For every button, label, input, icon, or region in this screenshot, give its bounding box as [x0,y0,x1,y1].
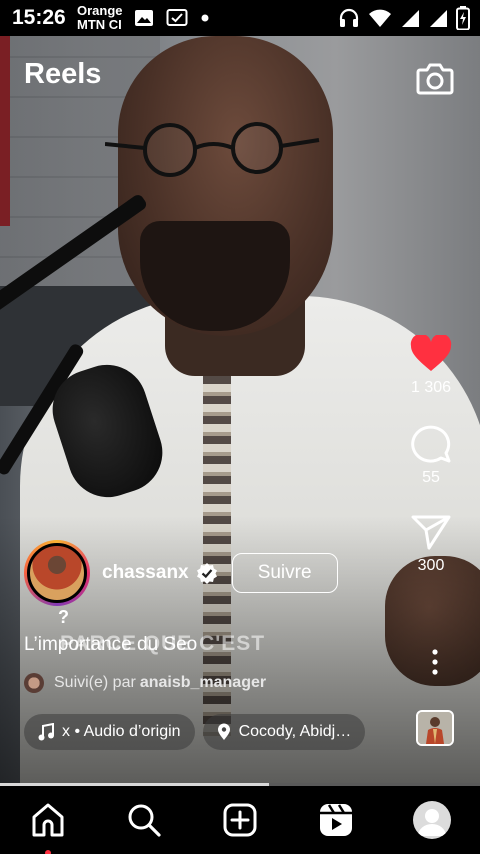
location-chip[interactable]: Cocody, Abidj… [202,714,366,750]
follower-avatar [24,673,44,693]
status-bar: 15:26 Orange MTN CI [0,0,480,36]
location-pin-icon [217,723,230,740]
followed-by-row[interactable]: Suivi(e) par anaisb_manager [24,673,266,693]
share-action[interactable]: 300 [396,513,466,575]
reels-icon [320,804,352,836]
audio-label: x • Audio d’origin [62,723,181,740]
more-options-icon[interactable] [428,648,442,676]
background-red-strip [0,36,10,226]
check-box-icon [166,9,188,26]
verified-badge-icon [196,563,217,584]
like-count: 1 306 [410,379,452,396]
nav-reels[interactable] [312,796,360,844]
bottom-nav [0,786,480,854]
camera-icon[interactable] [416,60,454,96]
send-icon[interactable] [410,513,452,551]
followed-by-label: Suivi(e) par [54,674,136,691]
create-icon [223,803,257,837]
dot-icon [201,14,209,22]
like-action[interactable]: 1 306 [396,335,466,397]
notification-icons [134,8,210,28]
action-rail: 1 306 55 300 [396,335,466,601]
signal-icon [402,10,419,27]
nav-profile[interactable] [408,796,456,844]
home-icon [32,803,64,837]
home-notification-dot [45,850,51,854]
carrier-label: Orange MTN CI [77,4,123,32]
heart-icon[interactable] [410,335,452,373]
music-note-icon [38,723,54,741]
followed-by-username[interactable]: anaisb_manager [140,674,266,692]
carrier-name-2: MTN CI [77,17,122,32]
nav-create[interactable] [216,796,264,844]
author-username[interactable]: chassanx [102,562,189,584]
question-mark: ? [58,607,69,627]
profile-avatar [413,801,451,839]
system-icons [338,6,470,30]
wifi-icon [369,9,391,27]
audio-thumbnail-image [418,712,452,744]
comment-action[interactable]: 55 [396,423,466,487]
author-row: chassanx Suivre [24,540,338,606]
reel-chips: x • Audio d’origin Cocody, Abidj… [24,714,366,750]
headset-icon [339,8,359,27]
audio-thumbnail[interactable] [416,710,454,746]
follow-button[interactable]: Suivre [231,553,338,593]
nav-search[interactable] [120,796,168,844]
image-icon [135,10,153,26]
default-avatar-icon [418,809,446,836]
status-time: 15:26 [12,6,66,29]
comment-count: 55 [422,469,440,486]
search-icon [128,804,161,837]
battery-charging-icon [456,6,470,30]
carrier-name-1: Orange [77,3,123,18]
author-avatar-ring[interactable] [24,540,90,606]
comment-icon[interactable] [410,423,452,463]
person-glasses [105,122,320,177]
signal-icon [430,10,447,27]
location-label: Cocody, Abidj… [238,723,352,740]
audio-chip[interactable]: x • Audio d’origin [24,714,195,750]
reel-caption[interactable]: L’importance du Seo [24,634,197,656]
nav-home[interactable] [24,796,72,854]
share-count: 300 [417,557,445,574]
author-avatar[interactable] [27,543,87,603]
page-title: Reels [24,58,102,90]
